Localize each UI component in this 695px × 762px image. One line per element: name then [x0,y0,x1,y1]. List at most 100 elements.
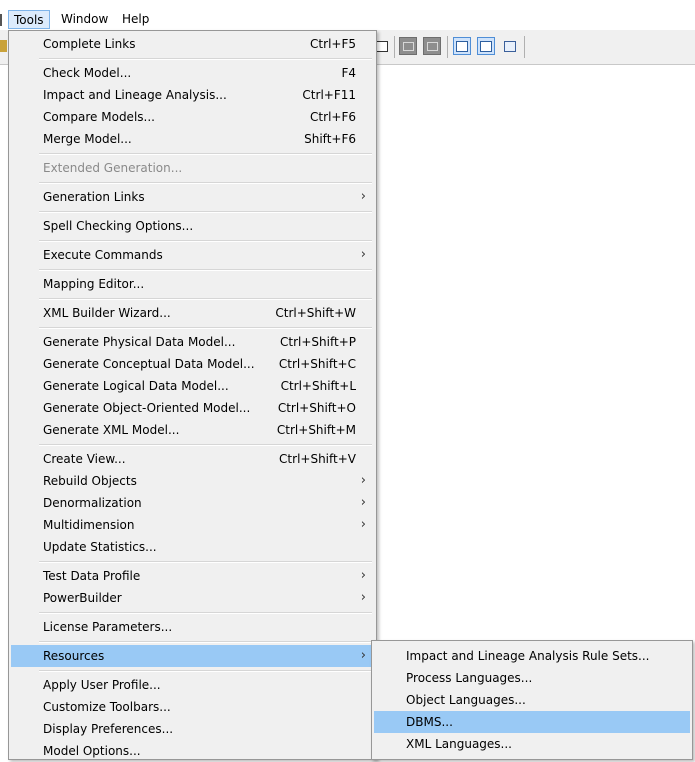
menu-item-label: Rebuild Objects [43,474,137,488]
menu-item-spell-checking[interactable]: Spell Checking Options... [11,215,374,237]
menu-item-shortcut: F4 [341,66,356,80]
menu-tools[interactable]: Tools [8,10,50,29]
menu-item-label: Generate Logical Data Model... [43,379,229,393]
menu-separator [39,58,372,60]
toolbar-output-icon[interactable] [477,37,495,55]
menu-item-label: Generate XML Model... [43,423,180,437]
submenu-arrow-icon: › [360,648,366,663]
menu-separator [39,153,372,155]
submenu-arrow-icon: › [360,189,366,204]
menu-item-label: Apply User Profile... [43,678,161,692]
menu-item-label: Spell Checking Options... [43,219,194,233]
menu-item-display-preferences[interactable]: Display Preferences... [11,718,374,740]
menu-item-label: Check Model... [43,66,132,80]
menu-separator [39,182,372,184]
menu-item-check-model[interactable]: Check Model... F4 [11,62,374,84]
toolbar-image-icon[interactable] [399,37,417,55]
menu-item-license-parameters[interactable]: License Parameters... [11,616,374,638]
submenu-item-label: Impact and Lineage Analysis Rule Sets... [406,649,650,663]
submenu-arrow-icon: › [360,495,366,510]
submenu-item-dbms[interactable]: DBMS... [374,711,690,733]
menu-separator [39,327,372,329]
menu-item-xml-builder[interactable]: XML Builder Wizard... Ctrl+Shift+W [11,302,374,324]
menu-item-shortcut: Ctrl+Shift+C [278,357,356,371]
menu-separator [39,641,372,643]
menu-item-mapping-editor[interactable]: Mapping Editor... [11,273,374,295]
menu-item-label: Display Preferences... [43,722,174,736]
submenu-arrow-icon: › [360,247,366,262]
menu-item-merge-model[interactable]: Merge Model... Shift+F6 [11,128,374,150]
menu-item-label: Model Options... [43,744,141,758]
menu-item-label: Multidimension [43,518,135,532]
submenu-item-process-languages[interactable]: Process Languages... [374,667,690,689]
menu-separator [39,298,372,300]
menu-item-label: Generate Conceptual Data Model... [43,357,255,371]
menu-separator [39,444,372,446]
submenu-item-label: Process Languages... [406,671,533,685]
menu-item-compare-models[interactable]: Compare Models... Ctrl+F6 [11,106,374,128]
menu-item-label: Update Statistics... [43,540,157,554]
menu-item-shortcut: Ctrl+Shift+M [276,423,356,437]
menu-item-label: Execute Commands [43,248,163,262]
menu-item-multidimension[interactable]: Multidimension › [11,514,374,536]
menu-item-label: Mapping Editor... [43,277,145,291]
menu-item-label: Extended Generation... [43,161,183,175]
menu-item-generate-oom[interactable]: Generate Object-Oriented Model... Ctrl+S… [11,397,374,419]
menu-item-label: Resources [43,649,105,663]
menu-window[interactable]: Window [56,10,113,29]
menu-item-label: Create View... [43,452,126,466]
menubar-edge [0,14,2,26]
submenu-item-rule-sets[interactable]: Impact and Lineage Analysis Rule Sets... [374,645,690,667]
menu-item-complete-links[interactable]: Complete Links Ctrl+F5 [11,33,374,55]
submenu-arrow-icon: › [360,473,366,488]
menu-item-update-statistics[interactable]: Update Statistics... [11,536,374,558]
menu-separator [39,240,372,242]
menu-separator [39,612,372,614]
menu-item-rebuild-objects[interactable]: Rebuild Objects › [11,470,374,492]
menu-item-shortcut: Ctrl+F6 [310,110,356,124]
submenu-arrow-icon: › [360,517,366,532]
menu-item-shortcut: Ctrl+F11 [302,88,356,102]
menu-item-execute-commands[interactable]: Execute Commands › [11,244,374,266]
toolbar-folder-icon[interactable] [0,40,7,52]
menu-item-test-data-profile[interactable]: Test Data Profile › [11,565,374,587]
menu-item-resources[interactable]: Resources › [11,645,374,667]
menu-item-label: Denormalization [43,496,142,510]
menu-item-create-view[interactable]: Create View... Ctrl+Shift+V [11,448,374,470]
toolbar-result-list-icon[interactable] [501,37,519,55]
menu-item-model-options[interactable]: Model Options... [11,740,374,762]
menu-item-powerbuilder[interactable]: PowerBuilder › [11,587,374,609]
menu-item-apply-user-profile[interactable]: Apply User Profile... [11,674,374,696]
menu-item-generate-xml-model[interactable]: Generate XML Model... Ctrl+Shift+M [11,419,374,441]
menu-item-shortcut: Ctrl+Shift+O [277,401,356,415]
menu-item-label: Merge Model... [43,132,132,146]
menubar: Tools Window Help [0,8,695,30]
menu-separator [39,670,372,672]
menu-separator [39,211,372,213]
menu-item-label: XML Builder Wizard... [43,306,171,320]
submenu-item-object-languages[interactable]: Object Languages... [374,689,690,711]
menu-item-generate-pdm[interactable]: Generate Physical Data Model... Ctrl+Shi… [11,331,374,353]
toolbar-separator [524,36,525,58]
menu-item-label: Generate Physical Data Model... [43,335,236,349]
submenu-item-label: Object Languages... [406,693,526,707]
menu-item-shortcut: Ctrl+Shift+V [279,452,356,466]
menu-help[interactable]: Help [117,10,154,29]
menu-item-impact-lineage[interactable]: Impact and Lineage Analysis... Ctrl+F11 [11,84,374,106]
menu-item-label: Impact and Lineage Analysis... [43,88,227,102]
menu-item-label: Generation Links [43,190,145,204]
resources-submenu: Impact and Lineage Analysis Rule Sets...… [371,640,693,760]
toolbar-picture-icon[interactable] [423,37,441,55]
menu-item-label: Generate Object-Oriented Model... [43,401,251,415]
menu-item-generate-ldm[interactable]: Generate Logical Data Model... Ctrl+Shif… [11,375,374,397]
menu-item-label: Test Data Profile [43,569,141,583]
menu-item-shortcut: Ctrl+F5 [310,37,356,51]
menu-item-generation-links[interactable]: Generation Links › [11,186,374,208]
menu-item-customize-toolbars[interactable]: Customize Toolbars... [11,696,374,718]
submenu-item-label: DBMS... [406,715,453,729]
menu-item-denormalization[interactable]: Denormalization › [11,492,374,514]
menu-item-generate-cdm[interactable]: Generate Conceptual Data Model... Ctrl+S… [11,353,374,375]
submenu-arrow-icon: › [360,590,366,605]
toolbar-browser-icon[interactable] [453,37,471,55]
menu-item-label: License Parameters... [43,620,173,634]
